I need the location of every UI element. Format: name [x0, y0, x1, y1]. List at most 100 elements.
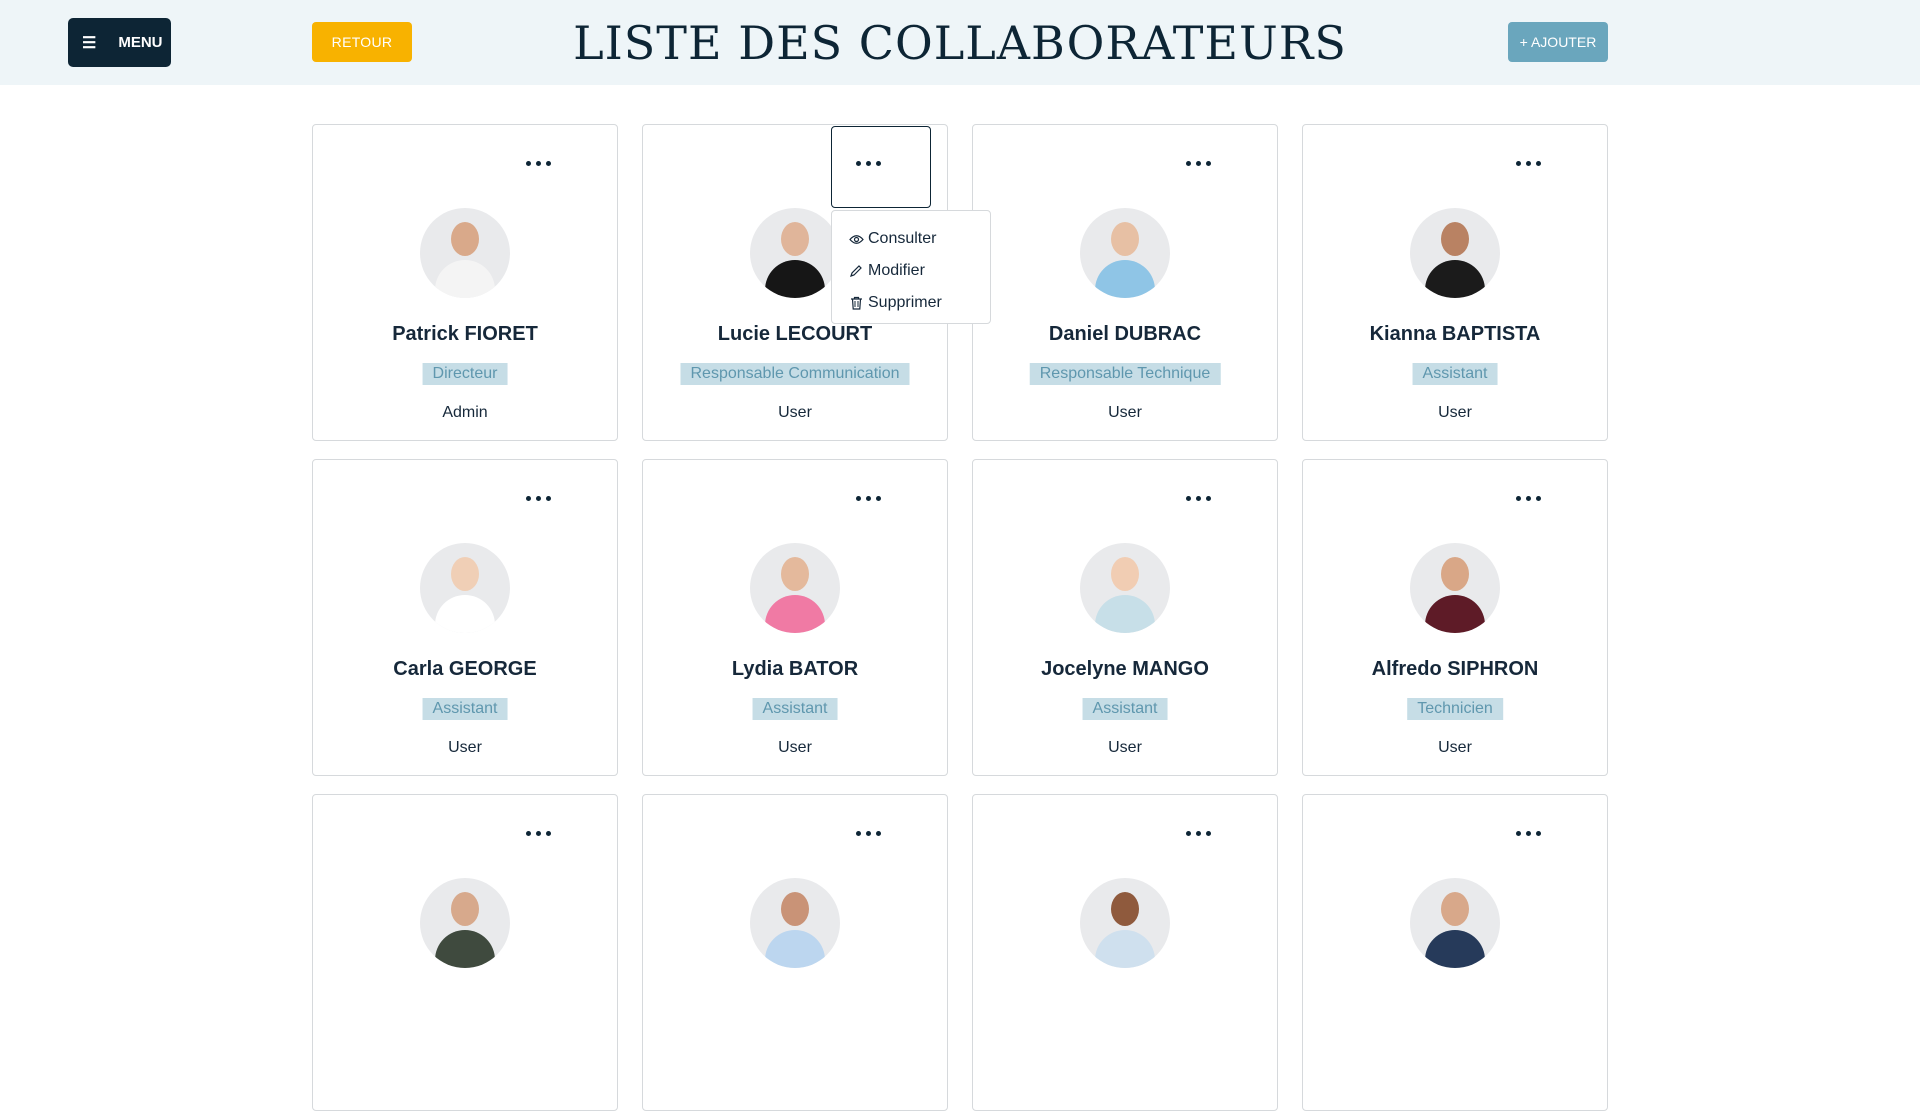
avatar	[420, 878, 510, 968]
add-collaborator-button[interactable]: + AJOUTER	[1508, 22, 1608, 62]
avatar	[1410, 208, 1500, 298]
menu-label: MENU	[118, 34, 163, 51]
collaborator-card[interactable]	[312, 794, 618, 1111]
account-type: User	[1438, 404, 1472, 421]
account-type: User	[1108, 739, 1142, 756]
hamburger-icon: ☰	[82, 34, 97, 52]
menu-item-edit[interactable]: Modifier	[848, 255, 974, 287]
more-options-icon[interactable]	[523, 823, 553, 843]
avatar-body	[1095, 260, 1155, 298]
account-type: User	[448, 739, 482, 756]
collaborator-card[interactable]: Kianna BAPTISTA Assistant User	[1302, 124, 1608, 441]
avatar	[1410, 543, 1500, 633]
collaborator-card[interactable]	[972, 794, 1278, 1111]
more-options-icon[interactable]	[523, 488, 553, 508]
collaborator-name: Lucie LECOURT	[717, 323, 873, 345]
more-options-icon[interactable]	[853, 823, 883, 843]
collaborator-name: Lydia BATOR	[731, 658, 859, 680]
avatar	[1080, 878, 1170, 968]
avatar-body	[435, 260, 495, 298]
role-badge: Technicien	[1407, 698, 1503, 720]
menu-item-delete[interactable]: Supprimer	[848, 287, 974, 319]
avatar	[1080, 208, 1170, 298]
page-title: LISTE DES COLLABORATEURS	[573, 16, 1347, 70]
avatar-head	[781, 222, 809, 256]
more-options-icon[interactable]	[1183, 488, 1213, 508]
avatar-head	[1111, 892, 1139, 926]
menu-item-label: Consulter	[868, 230, 937, 247]
role-badge: Directeur	[422, 363, 508, 385]
account-type: Admin	[442, 404, 488, 421]
avatar	[1410, 878, 1500, 968]
collaborator-name: Kianna BAPTISTA	[1369, 323, 1541, 345]
role-badge: Assistant	[752, 698, 838, 720]
avatar-head	[451, 557, 479, 591]
collaborator-card[interactable]: Alfredo SIPHRON Technicien User	[1302, 459, 1608, 776]
back-button[interactable]: RETOUR	[312, 22, 412, 62]
avatar	[420, 208, 510, 298]
collaborator-name: Daniel DUBRAC	[1048, 323, 1202, 345]
collaborator-card[interactable]: Patrick FIORET Directeur Admin	[312, 124, 618, 441]
collaborator-card[interactable]: Carla GEORGE Assistant User	[312, 459, 618, 776]
avatar-head	[781, 892, 809, 926]
avatar-body	[1425, 930, 1485, 968]
avatar-body	[1095, 595, 1155, 633]
account-type: User	[1438, 739, 1472, 756]
avatar	[1080, 543, 1170, 633]
avatar-head	[781, 557, 809, 591]
more-options-icon[interactable]	[1513, 823, 1543, 843]
avatar-head	[451, 892, 479, 926]
more-options-icon[interactable]	[1513, 488, 1543, 508]
role-badge: Assistant	[1082, 698, 1168, 720]
menu-button[interactable]: ☰ MENU	[68, 18, 171, 67]
avatar-body	[435, 595, 495, 633]
role-badge: Assistant	[1412, 363, 1498, 385]
avatar-body	[765, 260, 825, 298]
account-type: User	[778, 739, 812, 756]
avatar-body	[1425, 595, 1485, 633]
avatar	[750, 878, 840, 968]
avatar-body	[1095, 930, 1155, 968]
avatar	[420, 543, 510, 633]
avatar-head	[1441, 222, 1469, 256]
avatar-body	[765, 930, 825, 968]
collaborator-card[interactable]: Lydia BATOR Assistant User	[642, 459, 948, 776]
avatar	[750, 543, 840, 633]
collaborator-name: Carla GEORGE	[393, 658, 537, 680]
app-header: ☰ MENU RETOUR LISTE DES COLLABORATEURS +…	[0, 0, 1920, 85]
trash-icon	[848, 296, 864, 310]
collaborator-name: Jocelyne MANGO	[1041, 658, 1209, 680]
role-badge: Responsable Technique	[1029, 363, 1221, 385]
avatar-head	[1111, 222, 1139, 256]
collaborator-card[interactable]: Daniel DUBRAC Responsable Technique User	[972, 124, 1278, 441]
avatar-body	[1425, 260, 1485, 298]
menu-item-label: Modifier	[868, 262, 925, 279]
pencil-icon	[848, 264, 864, 278]
more-options-icon[interactable]	[1183, 153, 1213, 173]
account-type: User	[778, 404, 812, 421]
menu-item-consult[interactable]: Consulter	[848, 223, 974, 255]
more-options-icon[interactable]	[1513, 153, 1543, 173]
collaborator-name: Patrick FIORET	[392, 323, 538, 345]
avatar-body	[765, 595, 825, 633]
menu-item-label: Supprimer	[868, 294, 942, 311]
eye-icon	[848, 234, 864, 245]
more-options-icon[interactable]	[853, 488, 883, 508]
avatar-head	[451, 222, 479, 256]
options-button-focus-ring	[831, 126, 931, 208]
card-options-menu: Consulter Modifier Supprimer	[831, 210, 991, 324]
avatar-head	[1111, 557, 1139, 591]
avatar-body	[435, 930, 495, 968]
role-badge: Assistant	[422, 698, 508, 720]
avatar-head	[1441, 892, 1469, 926]
avatar	[750, 208, 840, 298]
collaborator-card[interactable]	[1302, 794, 1608, 1111]
more-options-icon[interactable]	[523, 153, 553, 173]
role-badge: Responsable Communication	[680, 363, 910, 385]
collaborator-card[interactable]: Jocelyne MANGO Assistant User	[972, 459, 1278, 776]
more-options-icon[interactable]	[1183, 823, 1213, 843]
collaborator-name: Alfredo SIPHRON	[1371, 658, 1539, 680]
avatar-head	[1441, 557, 1469, 591]
collaborator-card[interactable]	[642, 794, 948, 1111]
account-type: User	[1108, 404, 1142, 421]
